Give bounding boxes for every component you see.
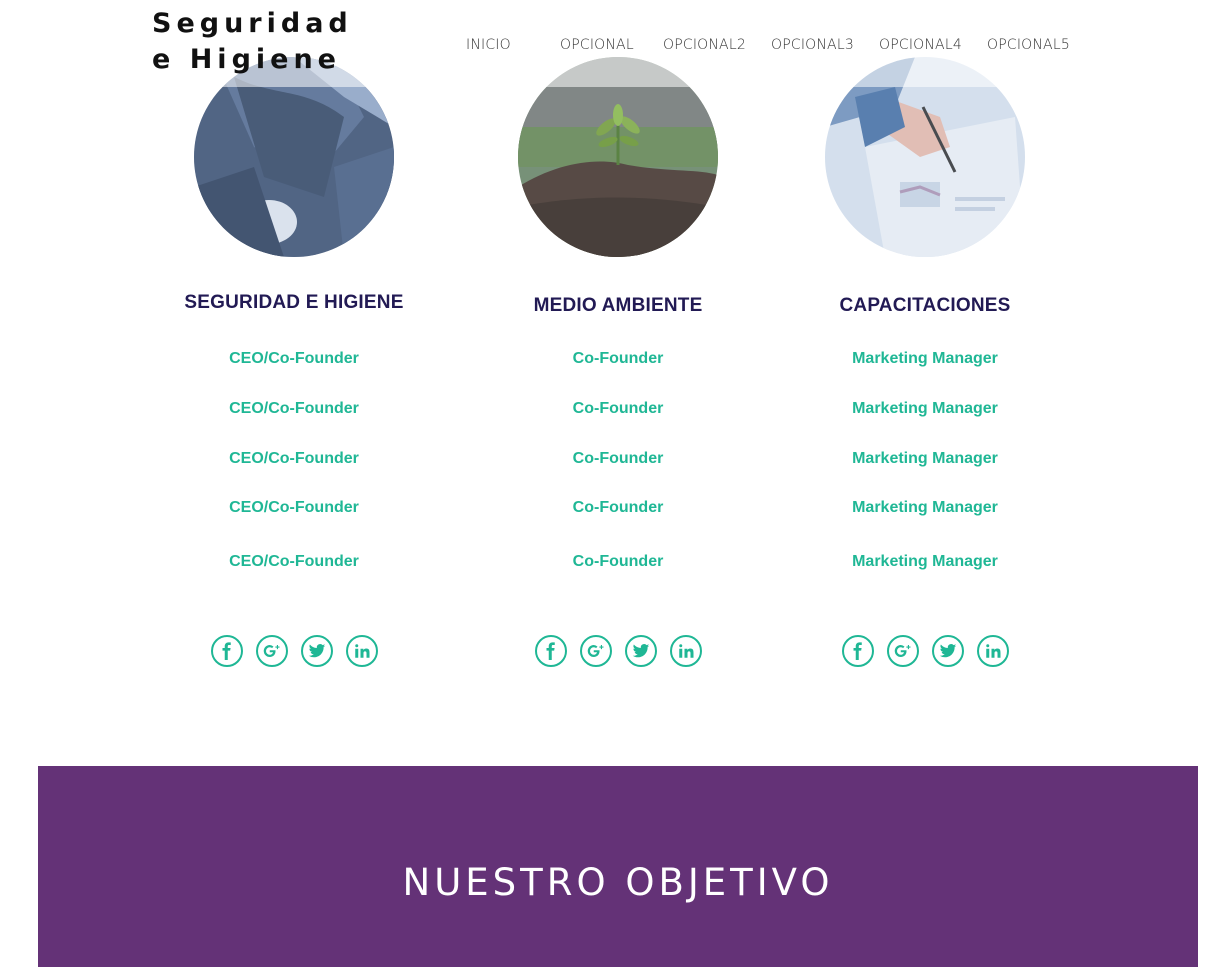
linkedin-icon[interactable] xyxy=(976,635,1009,667)
worker-photo xyxy=(194,57,394,257)
nav-opcional4[interactable]: OPCIONAL4 xyxy=(879,37,962,53)
role-label: Co-Founder xyxy=(572,499,664,516)
banner-title: NUESTRO OBJETIVO xyxy=(402,861,834,904)
nav-opcional2[interactable]: OPCIONAL2 xyxy=(663,37,746,53)
google-plus-icon[interactable] xyxy=(579,635,612,667)
role-label: CEO/Co-Founder xyxy=(229,400,359,417)
linkedin-icon[interactable] xyxy=(669,635,702,667)
social-links xyxy=(760,635,1090,667)
role-label: Marketing Manager xyxy=(852,450,998,467)
linkedin-icon[interactable] xyxy=(345,635,378,667)
role-label: Co-Founder xyxy=(572,450,664,467)
role-label: Co-Founder xyxy=(572,553,664,570)
role-label: CEO/Co-Founder xyxy=(229,499,359,516)
facebook-icon[interactable] xyxy=(841,635,874,667)
column-title: MEDIO AMBIENTE xyxy=(533,295,703,316)
role-label: CEO/Co-Founder xyxy=(229,350,359,367)
role-label: Marketing Manager xyxy=(852,350,998,367)
column-title: SEGURIDAD E HIGIENE xyxy=(184,292,404,313)
role-label: Marketing Manager xyxy=(852,499,998,516)
nav-opcional5[interactable]: OPCIONAL5 xyxy=(987,37,1070,53)
role-label: Co-Founder xyxy=(572,400,664,417)
social-links xyxy=(453,635,783,667)
twitter-icon[interactable] xyxy=(300,635,333,667)
role-label: Co-Founder xyxy=(572,350,664,367)
twitter-icon[interactable] xyxy=(931,635,964,667)
writing-photo xyxy=(825,57,1025,257)
social-links xyxy=(129,635,459,667)
site-logo[interactable]: Seguridad e Higiene xyxy=(152,6,353,78)
brand-line-1: Seguridad xyxy=(152,8,353,39)
role-label: Marketing Manager xyxy=(852,553,998,570)
google-plus-icon[interactable] xyxy=(255,635,288,667)
nav-opcional3[interactable]: OPCIONAL3 xyxy=(771,37,854,53)
role-label: Marketing Manager xyxy=(852,400,998,417)
role-label: CEO/Co-Founder xyxy=(229,450,359,467)
google-plus-icon[interactable] xyxy=(886,635,919,667)
twitter-icon[interactable] xyxy=(624,635,657,667)
facebook-icon[interactable] xyxy=(210,635,243,667)
nav-inicio[interactable]: INICIO xyxy=(466,37,511,53)
objective-banner: NUESTRO OBJETIVO xyxy=(38,766,1198,967)
brand-line-2: e Higiene xyxy=(152,44,341,75)
role-label: CEO/Co-Founder xyxy=(229,553,359,570)
column-title: CAPACITACIONES xyxy=(839,295,1011,316)
facebook-icon[interactable] xyxy=(534,635,567,667)
nav-opcional[interactable]: OPCIONAL xyxy=(560,37,634,53)
plant-photo xyxy=(518,57,718,257)
